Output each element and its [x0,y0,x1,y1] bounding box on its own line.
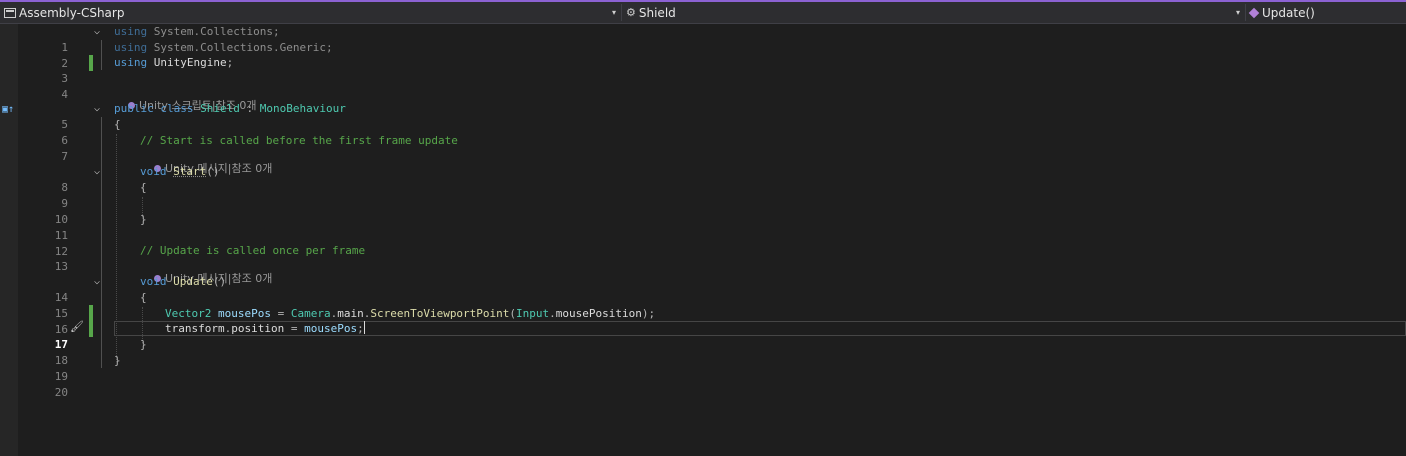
namespace: UnityEngine [153,56,227,69]
type-dropdown[interactable]: ⚙ Shield ▾ [622,2,1244,23]
project-name: Assembly-CSharp [19,5,125,20]
punctuation: = [270,307,291,320]
type-name: Vector2 [165,307,212,320]
comment: // Update is called once per frame [140,244,366,257]
member-name: Update() [1262,5,1315,20]
chevron-down-icon[interactable]: ⌵ [94,274,100,290]
base-class: MonoBehaviour [259,102,346,115]
code-line: 2 using System.Collections.Generic; [18,40,1406,70]
method-name: ScreenToViewportPoint [370,307,510,320]
class-icon: ⚙ [626,6,636,19]
punctuation: ; [325,41,333,54]
project-dropdown[interactable]: Assembly-CSharp ▾ [0,2,620,23]
comment: // Start is called before the first fram… [140,134,458,147]
code-line-current: 17 transform.position = mousePos; [18,321,1406,351]
punctuation: . [549,307,556,320]
punctuation: : [239,102,260,115]
punctuation: } [114,354,121,367]
punctuation: ); [641,307,656,320]
method-name: Update [173,275,213,288]
codelens-update[interactable]: Unity 메시지|참조 0개 [140,258,272,285]
punctuation: { [114,118,121,131]
code-line: 8 ⌵ void Start() [18,164,1406,194]
keyword: using [114,25,148,38]
method-icon [1248,7,1260,18]
member-dropdown[interactable]: Update() [1246,2,1406,23]
code-line: 10 [18,196,1406,226]
punctuation: } [140,213,147,226]
line-number: 7 [61,150,68,163]
punctuation: () [212,275,227,288]
property: main [337,307,364,320]
keyword: class [160,102,194,115]
chevron-down-icon: ▾ [611,8,616,17]
code-line: 16 Vector2 mousePos = Camera.main.Screen… [18,306,1406,336]
keyword: void [140,165,167,178]
class-name: Camera [290,307,331,320]
code-line: 9 { [18,180,1406,210]
code-cleanup-brush-icon[interactable]: 🖌 [70,320,84,333]
keyword: using [114,41,148,54]
navigation-bar: Assembly-CSharp ▾ ⚙ Shield ▾ Update() [0,2,1406,24]
codelens-start[interactable]: Unity 메시지|참조 0개 [140,148,272,175]
code-editor[interactable]: 1 ⌵ using System.Collections; 2 using Sy… [18,24,1406,456]
punctuation: { [140,181,147,194]
namespace: System.Collections [153,25,273,38]
code-line: 18 } [18,337,1406,367]
variable: transform [165,322,225,335]
csharp-project-icon [4,7,16,18]
line-number: 13 [54,260,68,273]
class-name: Input [516,307,550,320]
keyword: public [114,102,154,115]
punctuation: ; [357,322,364,335]
namespace: System.Collections.Generic [153,41,326,54]
code-line: 7 // Start is called before the first fr… [18,133,1406,163]
variable: mousePos [304,322,358,335]
punctuation: { [140,291,147,304]
code-line: 19 } [18,353,1406,383]
text-caret [363,321,365,334]
code-line: 6 { [18,117,1406,147]
code-line: 12 [18,228,1406,258]
code-line: 1 ⌵ using System.Collections; [18,24,1406,54]
property: mousePosition [555,307,642,320]
code-line: 15 { [18,290,1406,320]
chevron-down-icon[interactable]: ⌵ [94,164,100,180]
code-line: 5 ⌵ public class Shield : MonoBehaviour [18,101,1406,131]
chevron-down-icon[interactable]: ⌵ [94,101,100,117]
code-line: 14 ⌵ void Update() [18,274,1406,304]
codelens-class[interactable]: Unity 스크립트|참조 0개 [114,85,256,112]
code-line: 13 // Update is called once per frame [18,243,1406,273]
punctuation: } [140,338,147,351]
variable: mousePos [217,307,271,320]
indicator-margin [0,24,18,456]
punctuation: = [284,322,305,335]
chevron-down-icon: ▾ [1235,8,1240,17]
class-name: Shield [200,102,240,115]
keyword: using [114,56,148,69]
chevron-down-icon[interactable]: ⌵ [94,24,100,40]
method-name: Start [173,165,207,178]
code-line: 3 using UnityEngine; [18,55,1406,85]
punctuation: ; [226,56,234,69]
line-number: 20 [54,386,68,399]
implementation-icon[interactable]: ▣↑ [2,104,14,115]
keyword: void [140,275,167,288]
punctuation: ; [272,25,280,38]
code-line: 20 [18,369,1406,399]
type-name: Shield [638,5,676,20]
property: position [231,322,285,335]
punctuation: () [206,165,220,178]
code-line: 11 } [18,212,1406,242]
